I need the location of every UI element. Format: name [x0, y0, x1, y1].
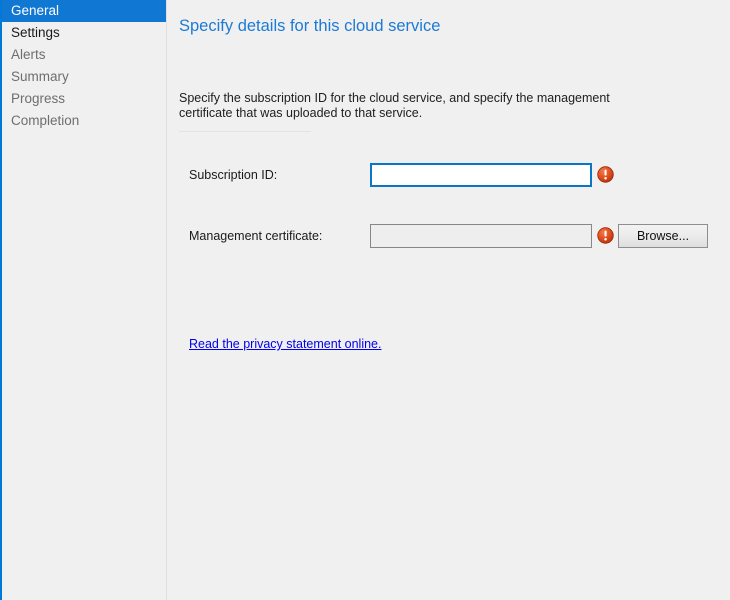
sidebar-item-general[interactable]: General [0, 0, 166, 22]
sidebar-item-completion[interactable]: Completion [0, 110, 166, 132]
section-divider [179, 131, 311, 132]
wizard-window: General Settings Alerts Summary Progress… [0, 0, 730, 600]
management-certificate-error-icon[interactable] [597, 227, 614, 244]
management-certificate-input[interactable] [370, 224, 592, 248]
browse-button[interactable]: Browse... [618, 224, 708, 248]
wizard-step-sidebar: General Settings Alerts Summary Progress… [0, 0, 167, 600]
sidebar-item-summary[interactable]: Summary [0, 66, 166, 88]
window-accent-edge [0, 0, 2, 600]
wizard-content-pane: Specify details for this cloud service S… [167, 0, 730, 600]
sidebar-item-progress[interactable]: Progress [0, 88, 166, 110]
wizard-step-list: General Settings Alerts Summary Progress… [0, 0, 166, 132]
privacy-statement-link[interactable]: Read the privacy statement online. [189, 337, 381, 351]
sidebar-item-alerts[interactable]: Alerts [0, 44, 166, 66]
subscription-id-input[interactable] [370, 163, 592, 187]
subscription-id-error-icon[interactable] [597, 166, 614, 183]
management-certificate-label: Management certificate: [189, 229, 323, 243]
page-title: Specify details for this cloud service [179, 17, 441, 36]
subscription-id-label: Subscription ID: [189, 168, 278, 182]
sidebar-item-settings[interactable]: Settings [0, 22, 166, 44]
intro-description: Specify the subscription ID for the clou… [179, 90, 610, 120]
